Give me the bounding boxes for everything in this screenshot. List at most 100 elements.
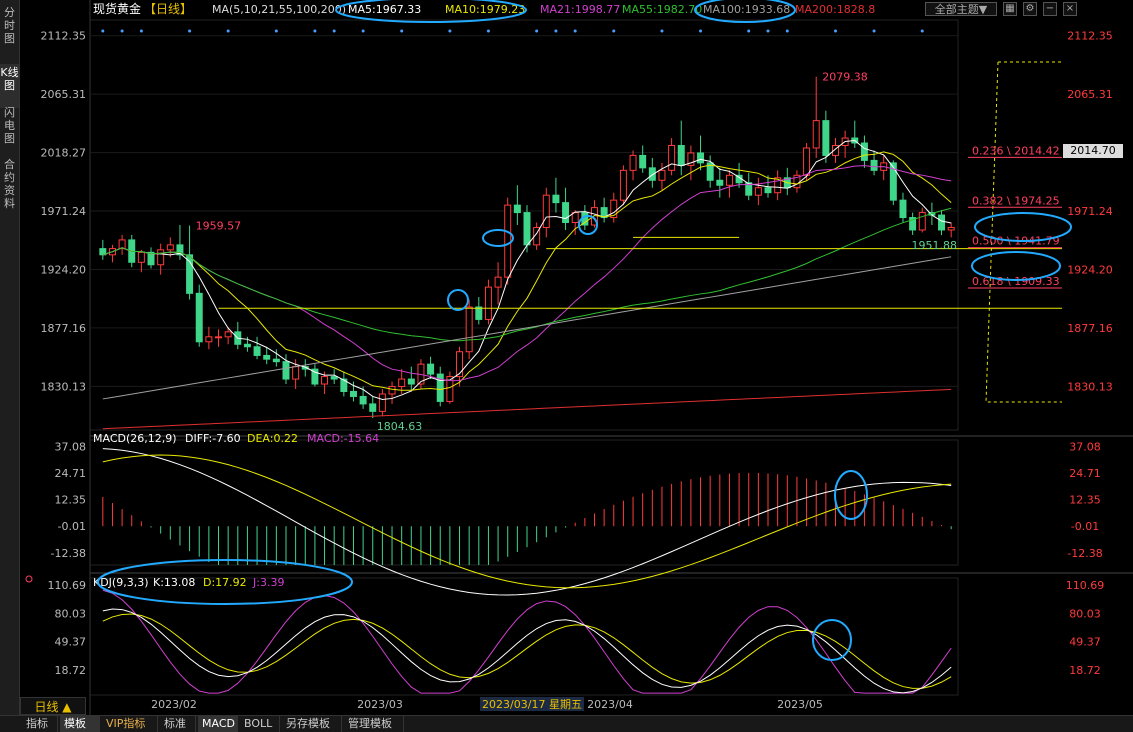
price-tick-label-left: 1971.24 <box>41 205 87 218</box>
candle-up <box>725 174 733 186</box>
macd-tick-label-right: -12.38 <box>1067 547 1102 560</box>
period-selector[interactable]: 日线 ▲ <box>20 697 86 715</box>
tab-standard[interactable]: 标准 <box>160 716 196 732</box>
tab-macd[interactable]: MACD <box>198 716 238 732</box>
kdj-j-line <box>102 589 952 694</box>
ma10-line <box>102 151 952 391</box>
ma-value-label: MA10:1979.23 <box>445 3 525 16</box>
event-marker-dot <box>120 29 124 33</box>
kdj-d: D:17.92 <box>203 576 247 589</box>
candle-up <box>918 212 926 231</box>
event-marker-dot <box>188 29 192 33</box>
fib-boundary <box>985 61 1062 403</box>
candle-up <box>321 376 329 385</box>
event-marker-dot <box>554 29 558 33</box>
kline-chart[interactable]: 现货黄金 【日线】 MA(5,10,21,55,100,200) MA5:1967.3… <box>0 0 1133 715</box>
close-icon[interactable]: × <box>1063 2 1077 16</box>
tab-template[interactable]: 模板 <box>60 716 100 732</box>
instrument-name: 现货黄金 <box>93 1 141 16</box>
current-price-tag: 2014.70 <box>1063 144 1123 158</box>
price-tick-label-right: 2065.31 <box>1067 88 1113 101</box>
macd-tick-label-right: 37.08 <box>1069 440 1101 453</box>
crosshair-date-label: 2023/03/17 星期五 <box>482 698 582 711</box>
event-marker-dot <box>101 29 105 33</box>
candle-up <box>215 336 222 339</box>
price-tick-label-right: 1830.13 <box>1067 380 1113 393</box>
candle-down <box>513 204 521 214</box>
kdj-tick-label-left: 110.69 <box>48 579 87 592</box>
high-price-label: 2079.38 <box>822 71 868 84</box>
tab-boll[interactable]: BOLL <box>240 716 280 732</box>
event-marker-dot <box>400 29 404 33</box>
macd-tick-label-right: -0.01 <box>1071 520 1099 533</box>
ma-value-label: MA200:1828.8 <box>795 3 875 16</box>
candle-up <box>812 120 820 149</box>
ma-value-label: MA21:1998.77 <box>540 3 620 16</box>
macd-tick-label-right: 24.71 <box>1069 467 1101 480</box>
macd-tick-label-left: -12.38 <box>51 547 86 560</box>
candle-up <box>388 386 396 395</box>
candle-up <box>629 154 637 171</box>
candle-down <box>369 403 377 412</box>
candle-down <box>899 199 907 219</box>
candle-up <box>754 187 762 196</box>
candle-down <box>938 214 946 231</box>
ma-value-label: MA100:1933.68 <box>703 3 790 16</box>
candle-down <box>764 187 772 194</box>
candle-up <box>137 251 145 263</box>
macd-tick-label-left: 12.35 <box>55 494 87 507</box>
price-tick-label-left: 1924.20 <box>41 263 87 276</box>
low-price-label: 1804.63 <box>377 420 423 433</box>
event-marker-dot <box>699 29 703 33</box>
candle-down <box>359 395 367 405</box>
candle-down <box>552 194 560 204</box>
candle-up <box>157 249 165 266</box>
candle-up <box>542 194 550 228</box>
candle-up <box>658 169 666 181</box>
candle-down <box>243 343 251 348</box>
tab-manage-template[interactable]: 管理模板 <box>344 716 404 732</box>
price-tick-label-left: 1830.13 <box>41 380 87 393</box>
fib-level-label: 0.236 \ 2014.42 <box>972 144 1060 157</box>
event-marker-dot <box>139 29 143 33</box>
price-tick-label-right: 1877.16 <box>1067 322 1113 335</box>
event-marker-dot <box>872 29 876 33</box>
tab-vip-indicator[interactable]: VIP指标 <box>102 716 158 732</box>
settings-icon[interactable]: ⚙ <box>1023 2 1037 16</box>
date-axis-label: 2023/03 <box>357 698 403 711</box>
grid-layout-icon[interactable]: ▦ <box>1003 2 1017 16</box>
price-tick-label-left: 2065.31 <box>41 88 87 101</box>
price-tick-label-right: 1971.24 <box>1067 205 1113 218</box>
macd-dea-line <box>102 454 952 589</box>
candle-up <box>803 147 811 176</box>
kdj-tick-label-left: 49.37 <box>55 636 87 649</box>
candle-up <box>494 276 502 288</box>
candle-down <box>716 179 724 186</box>
tab-save-template[interactable]: 另存模板 <box>282 716 342 732</box>
macd-header: MACD(26,12,9) <box>93 432 177 445</box>
candle-up <box>668 144 676 171</box>
macd-dea: DEA:0.22 <box>247 432 298 445</box>
minimize-icon[interactable]: − <box>1043 2 1057 16</box>
low-price-label: 1951.88 <box>912 239 958 252</box>
candle-down <box>427 363 435 375</box>
macd-diff: DIFF:-7.60 <box>185 432 241 445</box>
macd-tick-label-left: 37.08 <box>55 440 87 453</box>
event-marker-dot <box>766 29 770 33</box>
kdj-tick-label-right: 80.03 <box>1069 607 1101 620</box>
price-tick-label-right: 2112.35 <box>1067 30 1113 43</box>
candle-up <box>166 244 174 251</box>
tab-indicator[interactable]: 指标 <box>22 716 58 732</box>
date-axis-label: 2023/02 <box>151 698 197 711</box>
event-marker-dot <box>361 29 365 33</box>
candle-down <box>282 361 290 380</box>
price-tick-label-left: 1877.16 <box>41 322 87 335</box>
candle-down <box>330 376 338 380</box>
candle-down <box>407 378 415 385</box>
event-marker-dot <box>785 29 789 33</box>
theme-selector-button[interactable]: 全部主题▼ <box>925 2 997 16</box>
kdj-tick-label-left: 80.03 <box>55 607 87 620</box>
kdj-j: J:3.39 <box>252 576 284 589</box>
candle-down <box>475 306 483 320</box>
candle-down <box>639 154 647 169</box>
